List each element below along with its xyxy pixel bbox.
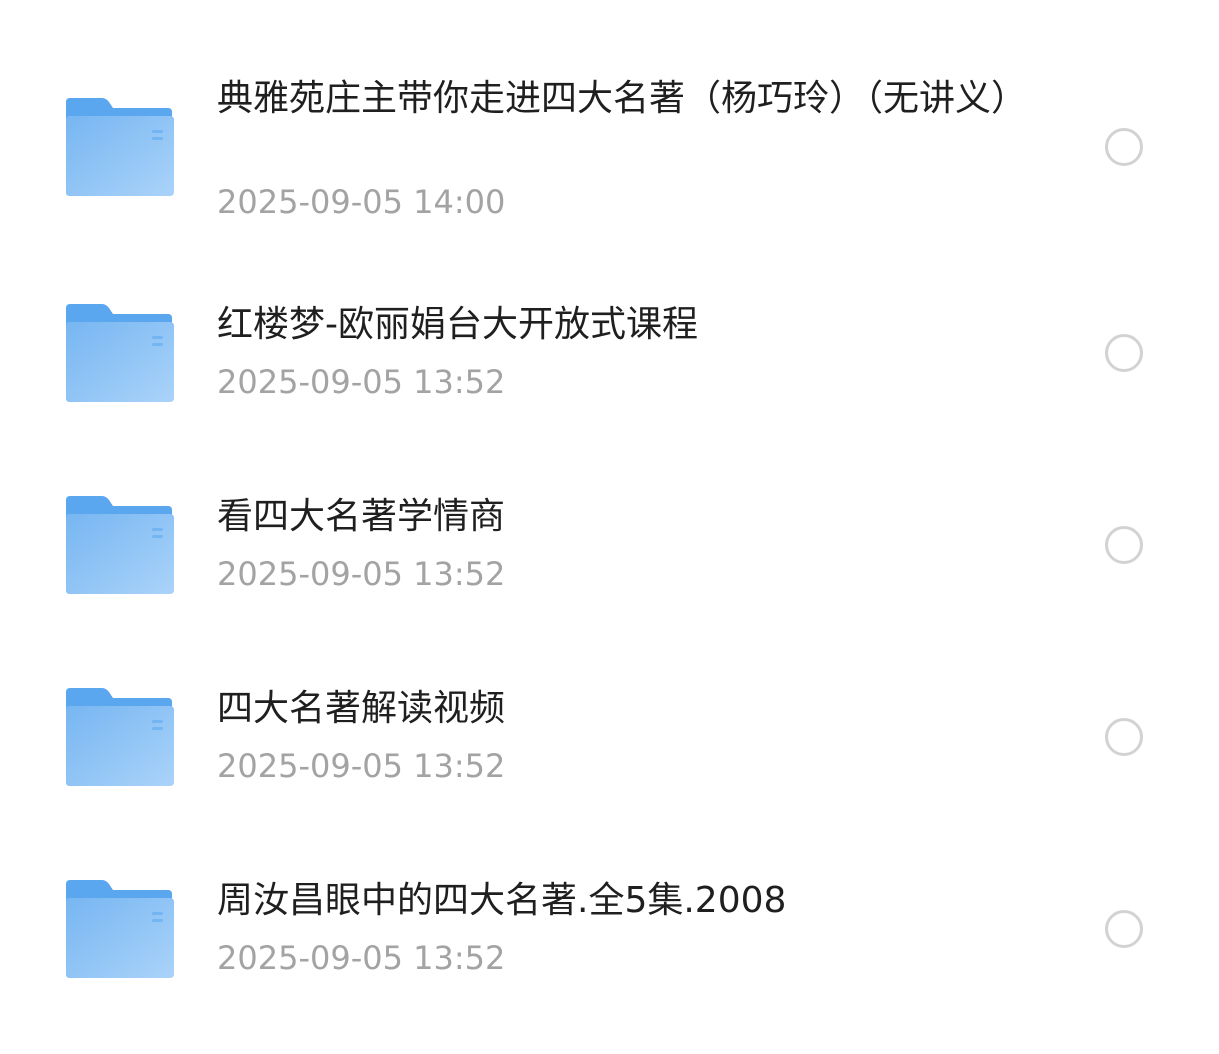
folder-name: 典雅苑庄主带你走进四大名著（杨巧玲）（无讲义） xyxy=(217,78,1028,119)
folder-name: 四大名著解读视频 xyxy=(217,688,506,729)
file-list: 典雅苑庄主带你走进四大名著（杨巧玲）（无讲义） 2025-09-05 14:00… xyxy=(0,0,1219,1054)
select-radio[interactable] xyxy=(1105,718,1143,756)
select-radio[interactable] xyxy=(1105,334,1143,372)
modified-date: 2025-09-05 13:52 xyxy=(217,939,506,977)
select-radio[interactable] xyxy=(1105,128,1143,166)
select-radio[interactable] xyxy=(1105,910,1143,948)
modified-date: 2025-09-05 13:52 xyxy=(217,555,506,593)
select-radio[interactable] xyxy=(1105,526,1143,564)
folder-icon xyxy=(64,96,176,198)
folder-icon xyxy=(64,878,176,980)
folder-name: 看四大名著学情商 xyxy=(217,496,506,537)
folder-icon xyxy=(64,686,176,788)
folder-name: 红楼梦-欧丽娟台大开放式课程 xyxy=(217,304,698,345)
modified-date: 2025-09-05 13:52 xyxy=(217,363,506,401)
modified-date: 2025-09-05 14:00 xyxy=(217,183,506,221)
folder-icon xyxy=(64,494,176,596)
folder-icon xyxy=(64,302,176,404)
modified-date: 2025-09-05 13:52 xyxy=(217,747,506,785)
folder-name: 周汝昌眼中的四大名著.全5集.2008 xyxy=(217,880,787,921)
